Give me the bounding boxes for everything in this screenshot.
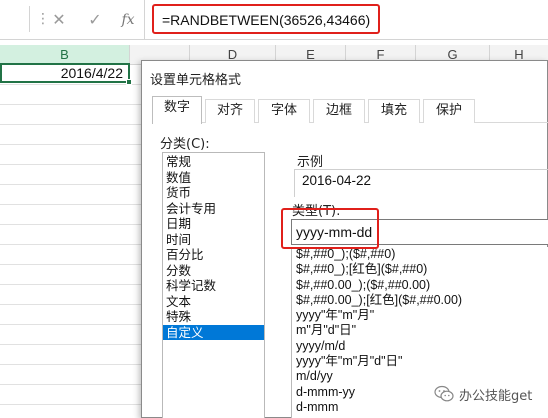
selected-cell[interactable]: 2016/4/22 <box>0 63 130 83</box>
tab-border[interactable]: 边框 <box>313 99 365 123</box>
tab-protection[interactable]: 保护 <box>423 99 475 123</box>
fill-handle[interactable] <box>126 79 132 85</box>
sample-label: 示例 <box>297 155 324 170</box>
category-list[interactable]: 常规 数值 货币 会计专用 日期 时间 百分比 分数 科学记数 文本 特殊 自定… <box>162 152 265 418</box>
formula-bar: ⋮ ✕ ✓ fx =RANDBETWEEN(36526,43466) <box>0 0 548 40</box>
name-box[interactable] <box>0 6 30 32</box>
category-item[interactable]: 日期 <box>163 216 264 232</box>
type-label: 类型(T): <box>292 204 341 219</box>
check-icon[interactable]: ✓ <box>84 9 106 31</box>
tab-alignment[interactable]: 对齐 <box>205 99 255 123</box>
category-item[interactable]: 会计专用 <box>163 201 264 217</box>
category-item[interactable]: 货币 <box>163 185 264 201</box>
watermark: 办公技能get <box>434 384 532 404</box>
type-input[interactable]: yyyy-mm-dd <box>291 219 548 245</box>
insert-function-icon[interactable]: fx <box>117 9 139 31</box>
sample-value: 2016-04-22 <box>302 173 372 188</box>
format-cells-dialog: 设置单元格格式 数字 对齐 字体 边框 填充 保护 分类(C): 常规 数值 货… <box>141 60 548 418</box>
format-item[interactable]: $#,##0_);[红色]($#,##0) <box>292 262 548 277</box>
category-item[interactable]: 文本 <box>163 294 264 310</box>
category-item-custom[interactable]: 自定义 <box>163 324 264 340</box>
category-item[interactable]: 科学记数 <box>163 278 264 294</box>
format-item[interactable]: yyyy/m/d <box>292 339 548 354</box>
format-item[interactable]: $#,##0.00_);($#,##0.00) <box>292 278 548 293</box>
watermark-text: 办公技能get <box>459 388 533 404</box>
category-item[interactable]: 常规 <box>163 154 264 170</box>
format-item[interactable]: m"月"d"日" <box>292 323 548 338</box>
format-item[interactable]: yyyy"年"m"月" <box>292 308 548 323</box>
format-item[interactable]: m/d/yy <box>292 369 548 384</box>
dialog-title: 设置单元格格式 <box>150 73 242 88</box>
format-item[interactable]: $#,##0_);($#,##0) <box>292 247 548 262</box>
formula-text[interactable]: =RANDBETWEEN(36526,43466) <box>152 4 381 34</box>
cancel-icon[interactable]: ✕ <box>48 9 70 31</box>
wechat-logo-icon <box>434 385 454 402</box>
dialog-tabs: 数字 对齐 字体 边框 填充 保护 <box>152 96 548 124</box>
format-item[interactable]: yyyy"年"m"月"d"日" <box>292 354 548 369</box>
tab-number[interactable]: 数字 <box>152 96 202 124</box>
category-item[interactable]: 分数 <box>163 263 264 279</box>
format-item[interactable]: $#,##0.00_);[红色]($#,##0.00) <box>292 293 548 308</box>
category-item[interactable]: 百分比 <box>163 247 264 263</box>
category-item[interactable]: 时间 <box>163 232 264 248</box>
category-item[interactable]: 数值 <box>163 170 264 186</box>
formula-bar-grip: ⋮ <box>36 11 50 27</box>
category-item[interactable]: 特殊 <box>163 309 264 325</box>
category-label: 分类(C): <box>160 137 210 152</box>
tab-fill[interactable]: 填充 <box>368 99 420 123</box>
tab-font[interactable]: 字体 <box>258 99 310 123</box>
column-header-b[interactable]: B <box>0 45 130 65</box>
